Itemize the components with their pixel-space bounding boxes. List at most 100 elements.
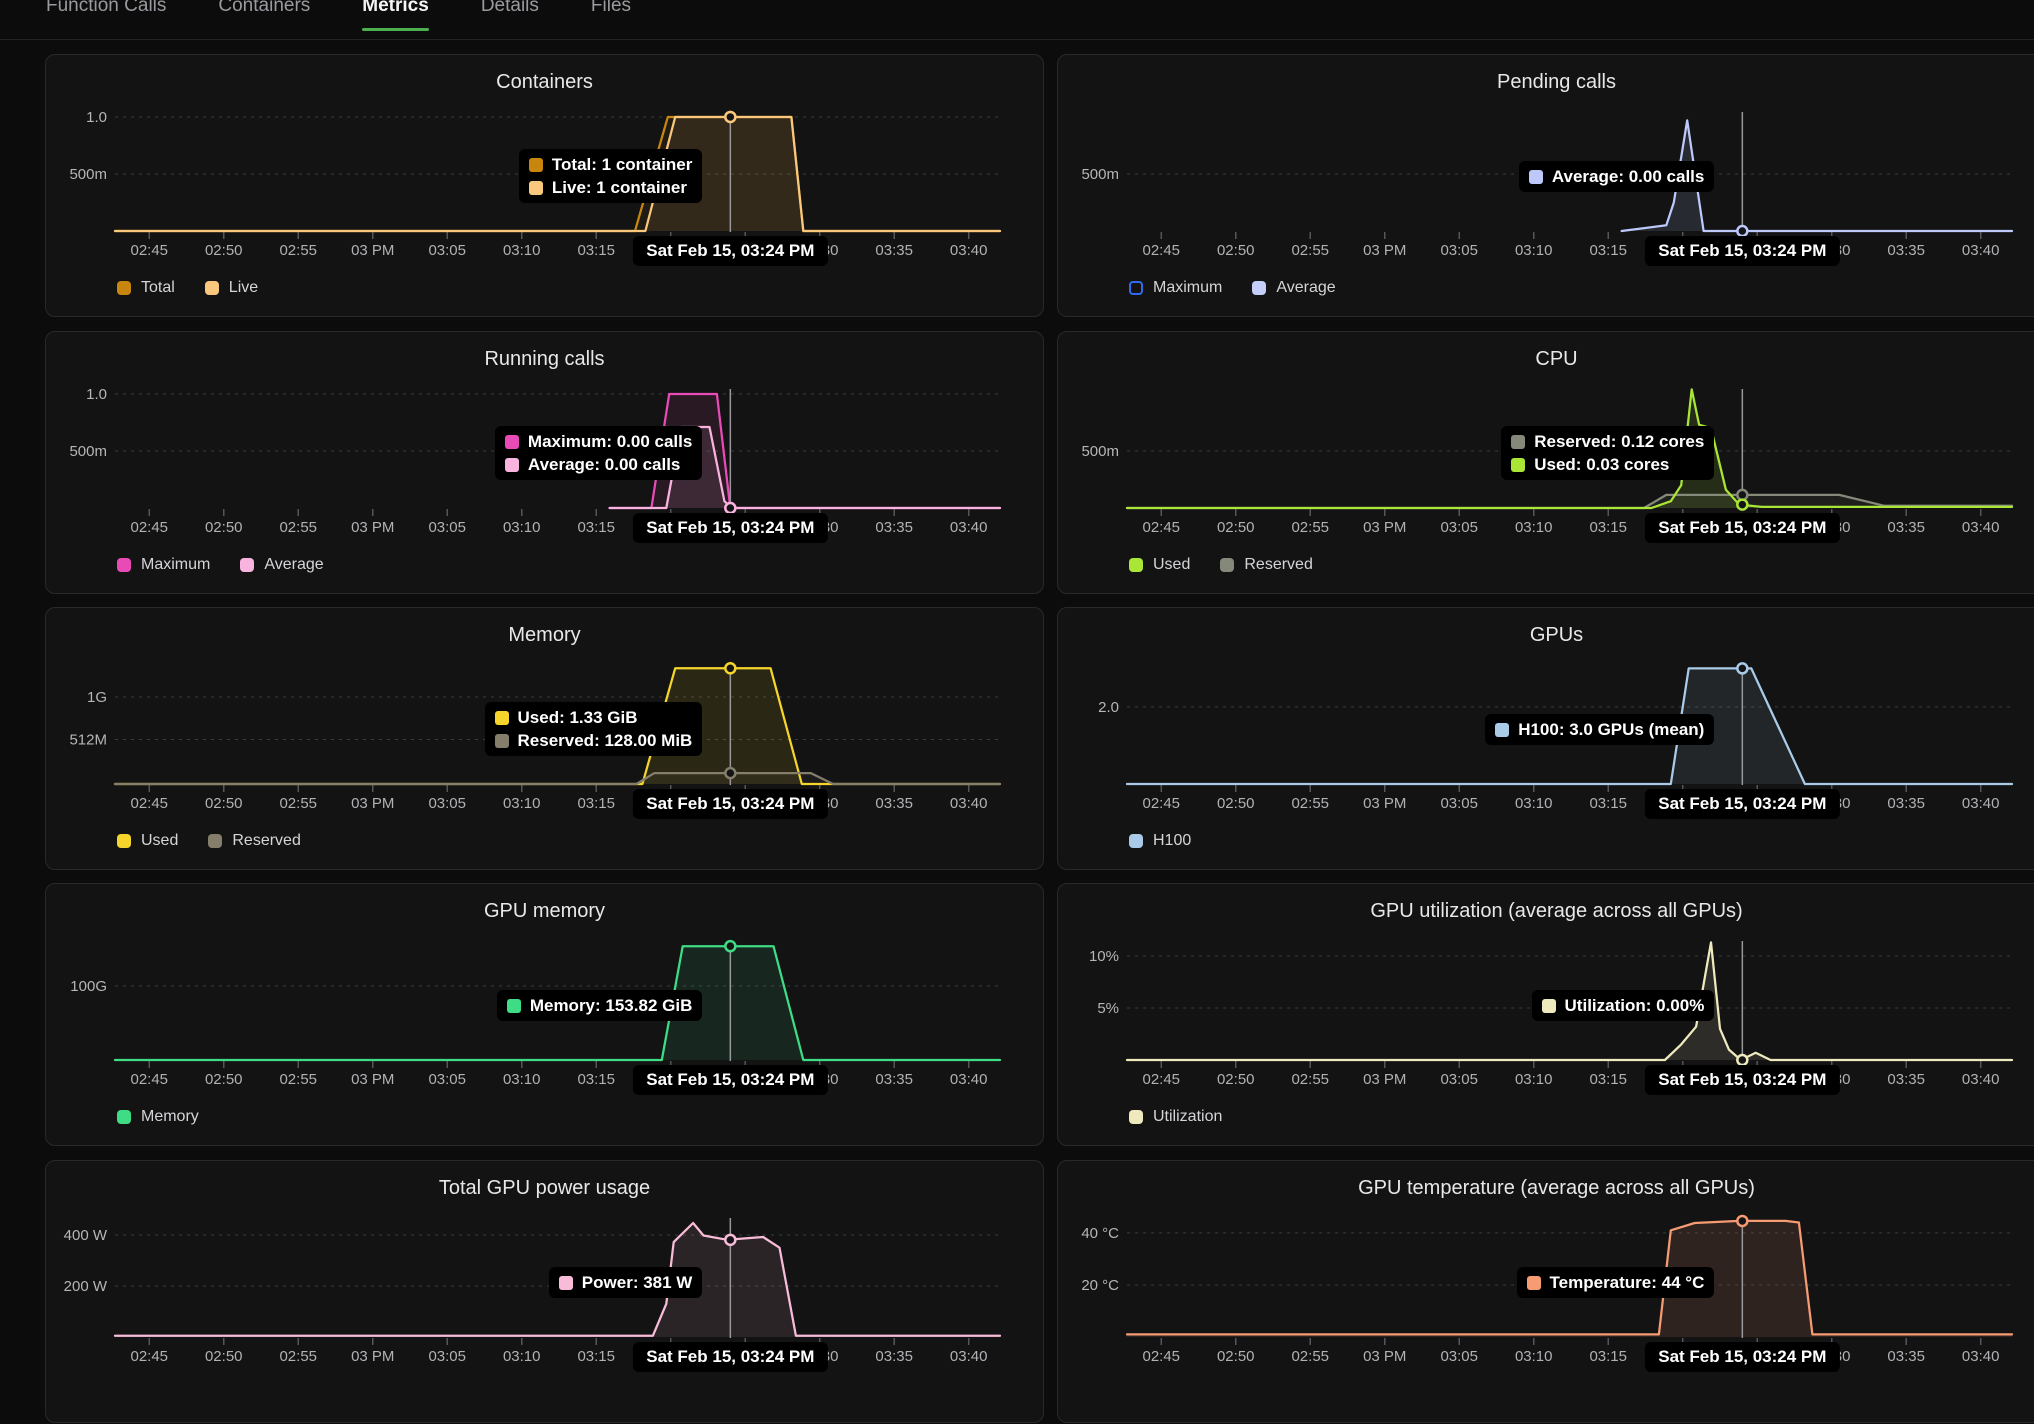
legend-label: Total [141, 279, 175, 297]
cursor-marker-power [725, 1235, 735, 1245]
cursor-marker-memory [725, 941, 735, 951]
value-tooltip-text: Maximum: 0.00 calls [528, 432, 692, 451]
x-tick-label: 03:40 [1939, 795, 2023, 812]
y-tick-label: 512M [69, 731, 107, 748]
chart-legend: Utilization [1129, 1108, 1222, 1126]
series-line-reserved [115, 773, 1000, 784]
cursor-marker-live [725, 112, 735, 122]
y-tick-label: 400 W [64, 1227, 108, 1244]
legend-color-swatch [240, 558, 254, 572]
chart-panel-memory: Memory1G512M02:4502:5002:5503 PM03:0503:… [45, 607, 1044, 870]
x-tick-label: 02:50 [182, 1071, 266, 1088]
value-tooltip: Total: 1 containerLive: 1 container [519, 149, 702, 203]
date-tooltip: Sat Feb 15, 03:24 PM [1645, 1065, 1839, 1095]
x-tick-label: 02:45 [1119, 242, 1203, 259]
chart-panel-gpu-temperature: GPU temperature (average across all GPUs… [1057, 1160, 2034, 1423]
legend-item-memory[interactable]: Memory [117, 1108, 199, 1126]
y-tick-label: 10% [1089, 948, 1119, 965]
x-tick-label: 03:05 [405, 1071, 489, 1088]
value-tooltip-text: Reserved: 0.12 cores [1534, 432, 1704, 451]
legend-item-total[interactable]: Total [117, 279, 175, 297]
tab-function-calls[interactable]: Function Calls [46, 0, 166, 39]
y-tick-label: 20 °C [1081, 1277, 1119, 1294]
legend-color-swatch [117, 281, 131, 295]
chart-panel-gpu-utilization: GPU utilization (average across all GPUs… [1057, 883, 2034, 1146]
tab-label: Details [481, 0, 539, 16]
series-color-swatch [1511, 435, 1525, 449]
series-color-swatch [1529, 170, 1543, 184]
chart-legend: Maximum Average [117, 556, 324, 574]
x-tick-label: 02:55 [1268, 242, 1352, 259]
chart-canvas[interactable]: 400 W 200 W [46, 1161, 1045, 1424]
x-tick-label: 02:45 [1119, 1071, 1203, 1088]
x-tick-label: 03:40 [927, 795, 1011, 812]
series-color-swatch [1495, 723, 1509, 737]
legend-item-maximum[interactable]: Maximum [1129, 279, 1222, 297]
tab-containers[interactable]: Containers [218, 0, 310, 39]
x-tick-label: 03:35 [852, 519, 936, 536]
chart-legend: Used Reserved [117, 832, 301, 850]
tab-label: Metrics [362, 0, 429, 16]
x-tick-label: 03:15 [1566, 795, 1650, 812]
cursor-marker-used [1737, 500, 1747, 510]
x-tick-label: 02:50 [1194, 519, 1278, 536]
legend-label: Utilization [1153, 1108, 1222, 1126]
legend-color-swatch [117, 1110, 131, 1124]
x-tick-label: 03 PM [331, 795, 415, 812]
series-color-swatch [495, 711, 509, 725]
value-tooltip-row: Average: 0.00 calls [505, 455, 692, 474]
legend-item-utilization[interactable]: Utilization [1129, 1108, 1222, 1126]
x-tick-label: 03:15 [554, 1071, 638, 1088]
x-tick-label: 02:55 [1268, 1348, 1352, 1365]
value-tooltip-row: Temperature: 44 °C [1527, 1273, 1705, 1292]
x-tick-label: 03:15 [554, 795, 638, 812]
value-tooltip: Memory: 153.82 GiB [497, 990, 703, 1021]
x-tick-label: 03:10 [1492, 1071, 1576, 1088]
y-tick-label: 200 W [64, 1278, 108, 1295]
legend-item-used[interactable]: Used [117, 832, 178, 850]
y-tick-label: 40 °C [1081, 1225, 1119, 1242]
value-tooltip-row: Live: 1 container [529, 178, 692, 197]
legend-item-average[interactable]: Average [240, 556, 323, 574]
x-tick-label: 03:10 [480, 1071, 564, 1088]
value-tooltip-row: H100: 3.0 GPUs (mean) [1495, 720, 1704, 739]
series-color-swatch [495, 734, 509, 748]
tab-details[interactable]: Details [481, 0, 539, 39]
x-tick-label: 02:45 [1119, 795, 1203, 812]
value-tooltip-row: Memory: 153.82 GiB [507, 996, 693, 1015]
x-tick-label: 03:35 [1864, 242, 1948, 259]
legend-item-reserved[interactable]: Reserved [208, 832, 300, 850]
legend-item-used[interactable]: Used [1129, 556, 1190, 574]
x-tick-label: 03:05 [405, 1348, 489, 1365]
x-tick-label: 02:55 [1268, 519, 1352, 536]
x-tick-label: 03:05 [1417, 242, 1501, 259]
legend-item-maximum[interactable]: Maximum [117, 556, 210, 574]
x-tick-label: 02:45 [107, 1348, 191, 1365]
legend-label: Maximum [141, 556, 210, 574]
x-tick-label: 03 PM [331, 1348, 415, 1365]
legend-label: Average [264, 556, 323, 574]
series-color-swatch [529, 181, 543, 195]
tab-metrics[interactable]: Metrics [362, 0, 429, 39]
legend-item-average[interactable]: Average [1252, 279, 1335, 297]
tab-files[interactable]: Files [591, 0, 631, 39]
legend-label: Memory [141, 1108, 199, 1126]
value-tooltip-row: Used: 1.33 GiB [495, 708, 693, 727]
x-tick-label: 02:50 [182, 519, 266, 536]
x-tick-label: 03:15 [1566, 1348, 1650, 1365]
cursor-marker-h100 [1737, 663, 1747, 673]
legend-item-h100[interactable]: H100 [1129, 832, 1191, 850]
x-tick-label: 02:50 [1194, 242, 1278, 259]
x-tick-label: 03:05 [1417, 1071, 1501, 1088]
x-tick-label: 03:40 [1939, 1071, 2023, 1088]
x-tick-label: 03:10 [480, 1348, 564, 1365]
chart-panel-gpu-memory: GPU memory100G02:4502:5002:5503 PM03:050… [45, 883, 1044, 1146]
x-tick-label: 03:05 [1417, 519, 1501, 536]
x-tick-label: 03 PM [1343, 519, 1427, 536]
chart-legend: H100 [1129, 832, 1191, 850]
x-tick-label: 03:35 [1864, 1071, 1948, 1088]
date-tooltip: Sat Feb 15, 03:24 PM [1645, 513, 1839, 543]
y-tick-label: 1.0 [86, 386, 107, 403]
legend-item-live[interactable]: Live [205, 279, 258, 297]
legend-item-reserved[interactable]: Reserved [1220, 556, 1312, 574]
